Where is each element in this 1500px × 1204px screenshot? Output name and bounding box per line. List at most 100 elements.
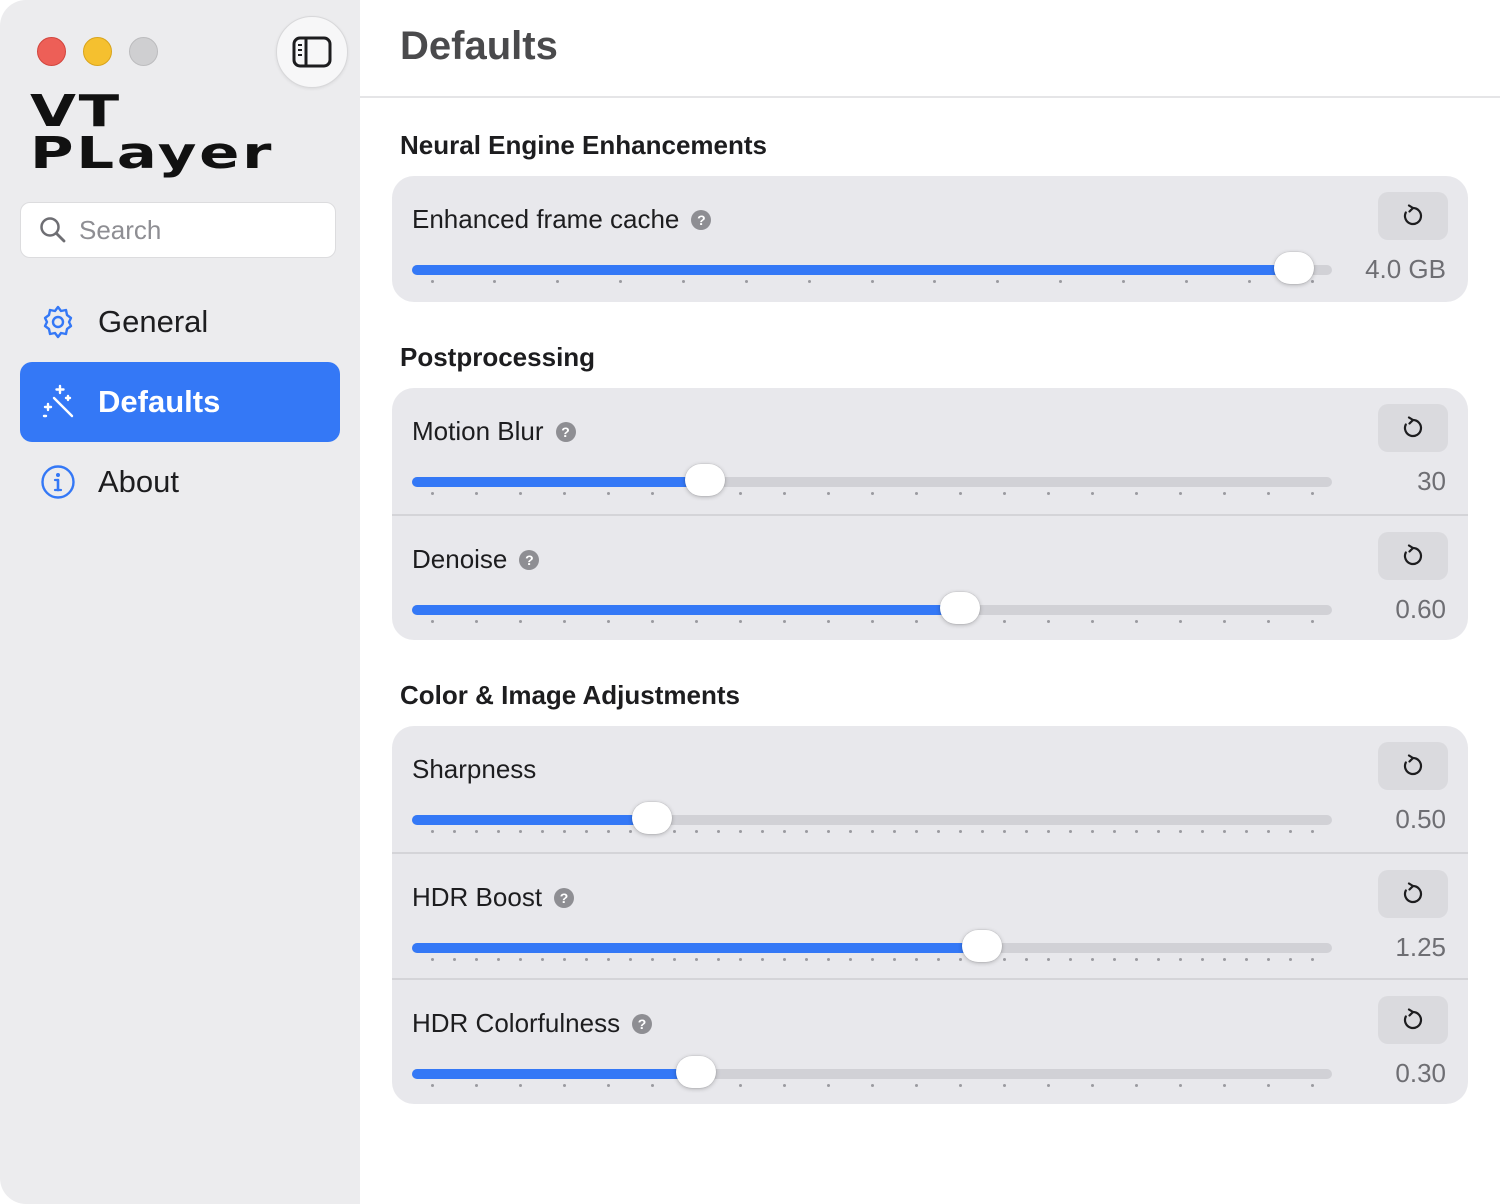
slider-tick [1002, 958, 1006, 961]
toggle-sidebar-button[interactable] [276, 16, 348, 88]
help-icon[interactable]: ? [519, 549, 540, 570]
slider-thumb[interactable] [684, 464, 725, 496]
reset-button[interactable] [1378, 742, 1448, 790]
slider-tick [1134, 958, 1138, 961]
slider-tick [606, 958, 610, 961]
sidebar-item-general[interactable]: General [20, 282, 340, 362]
slider-tick [584, 958, 588, 961]
slider-tick [738, 1084, 742, 1087]
slider-tick [914, 830, 918, 833]
slider-tick [1222, 830, 1226, 833]
slider-tick [716, 830, 720, 833]
slider-tick [1046, 492, 1050, 495]
setting-label: Motion Blur [412, 416, 544, 446]
slider-tick [474, 492, 478, 495]
slider-tick [760, 958, 764, 961]
slider[interactable] [412, 252, 1332, 288]
slider-ticks [412, 830, 1332, 834]
help-icon[interactable]: ? [555, 421, 576, 442]
slider-thumb[interactable] [1274, 252, 1315, 284]
slider-tick [914, 492, 918, 495]
slider-tick [1178, 958, 1182, 961]
slider-tick [474, 830, 478, 833]
slider-fill [412, 265, 1295, 275]
slider-tick [430, 1084, 434, 1087]
slider-thumb[interactable] [632, 802, 672, 834]
slider[interactable] [412, 930, 1332, 966]
reset-button[interactable] [1378, 192, 1448, 240]
slider-tick [650, 958, 654, 961]
settings-card-postprocessing: Motion Blur ? 30 Denoise ? 0.60 [392, 388, 1468, 640]
minimize-window-button[interactable] [83, 37, 112, 66]
slider-tick [540, 958, 544, 961]
reset-icon [1403, 416, 1423, 438]
setting-row-sharpness: Sharpness 0.50 [392, 726, 1468, 852]
slider[interactable] [412, 592, 1332, 628]
section-title-neural-engine: Neural Engine Enhancements [400, 130, 767, 160]
slider-tick [1068, 958, 1072, 961]
logo-line-1: VT [30, 86, 122, 137]
setting-label-row: HDR Boost ? [412, 882, 575, 913]
reset-button[interactable] [1378, 532, 1448, 580]
slider-fill [412, 815, 652, 825]
setting-label-row: Motion Blur ? [412, 416, 576, 447]
help-icon[interactable]: ? [691, 209, 712, 230]
search-input[interactable] [79, 214, 319, 246]
sidebar-item-defaults[interactable]: Defaults [20, 362, 340, 442]
slider-tick [1046, 620, 1050, 623]
slider-tick [1178, 830, 1182, 833]
slider-tick [606, 1084, 610, 1087]
slider-thumb[interactable] [962, 930, 1002, 962]
slider-tick [848, 830, 852, 833]
section-title-postprocessing: Postprocessing [400, 342, 596, 372]
sidebar-item-label: Defaults [98, 384, 221, 419]
slider-tick [650, 1084, 654, 1087]
slider[interactable] [412, 464, 1332, 500]
slider-thumb[interactable] [940, 592, 980, 624]
slider-tick [1024, 958, 1028, 961]
setting-value: 30 [1417, 466, 1446, 496]
slider[interactable] [412, 1056, 1332, 1092]
slider-tick [914, 958, 918, 961]
slider-tick [1002, 492, 1006, 495]
slider-ticks [412, 492, 1332, 496]
slider-tick [430, 830, 434, 833]
slider-tick [606, 492, 610, 495]
reset-button[interactable] [1378, 870, 1448, 918]
slider-tick [1134, 492, 1138, 495]
help-icon[interactable]: ? [554, 887, 575, 908]
setting-label-row: Enhanced frame cache ? [412, 204, 712, 235]
slider-fill [412, 1069, 696, 1079]
slider-tick [738, 492, 742, 495]
setting-value: 1.25 [1395, 932, 1446, 962]
sidebar-toggle-icon [292, 36, 332, 68]
slider-tick [1266, 830, 1270, 833]
slider-tick [826, 830, 830, 833]
setting-label-row: HDR Colorfulness ? [412, 1008, 653, 1039]
sidebar: VT PLayer General [0, 0, 360, 1204]
slider-tick [1002, 620, 1006, 623]
slider-tick [870, 830, 874, 833]
setting-value: 0.30 [1395, 1058, 1446, 1088]
zoom-window-button[interactable] [129, 37, 158, 66]
slider-tick [1266, 1084, 1270, 1087]
slider-tick [694, 620, 698, 623]
reset-icon [1403, 544, 1423, 566]
slider-tick [804, 958, 808, 961]
reset-button[interactable] [1378, 996, 1448, 1044]
sidebar-item-label: General [98, 304, 209, 339]
sidebar-item-about[interactable]: About [20, 442, 340, 522]
settings-card-color-image: Sharpness 0.50 HDR Boost ? 1.25 HDR Colo… [392, 726, 1468, 1104]
slider-thumb[interactable] [676, 1056, 716, 1088]
slider[interactable] [412, 802, 1332, 838]
slider-tick [1156, 830, 1160, 833]
settings-card-neural-engine: Enhanced frame cache ? 4.0 GB [392, 176, 1468, 302]
help-icon[interactable]: ? [632, 1013, 653, 1034]
close-window-button[interactable] [37, 37, 66, 66]
search-field[interactable] [20, 202, 336, 258]
slider-tick [1200, 830, 1204, 833]
slider-ticks [412, 280, 1332, 284]
slider-tick [826, 958, 830, 961]
slider-tick [744, 280, 748, 283]
reset-button[interactable] [1378, 404, 1448, 452]
